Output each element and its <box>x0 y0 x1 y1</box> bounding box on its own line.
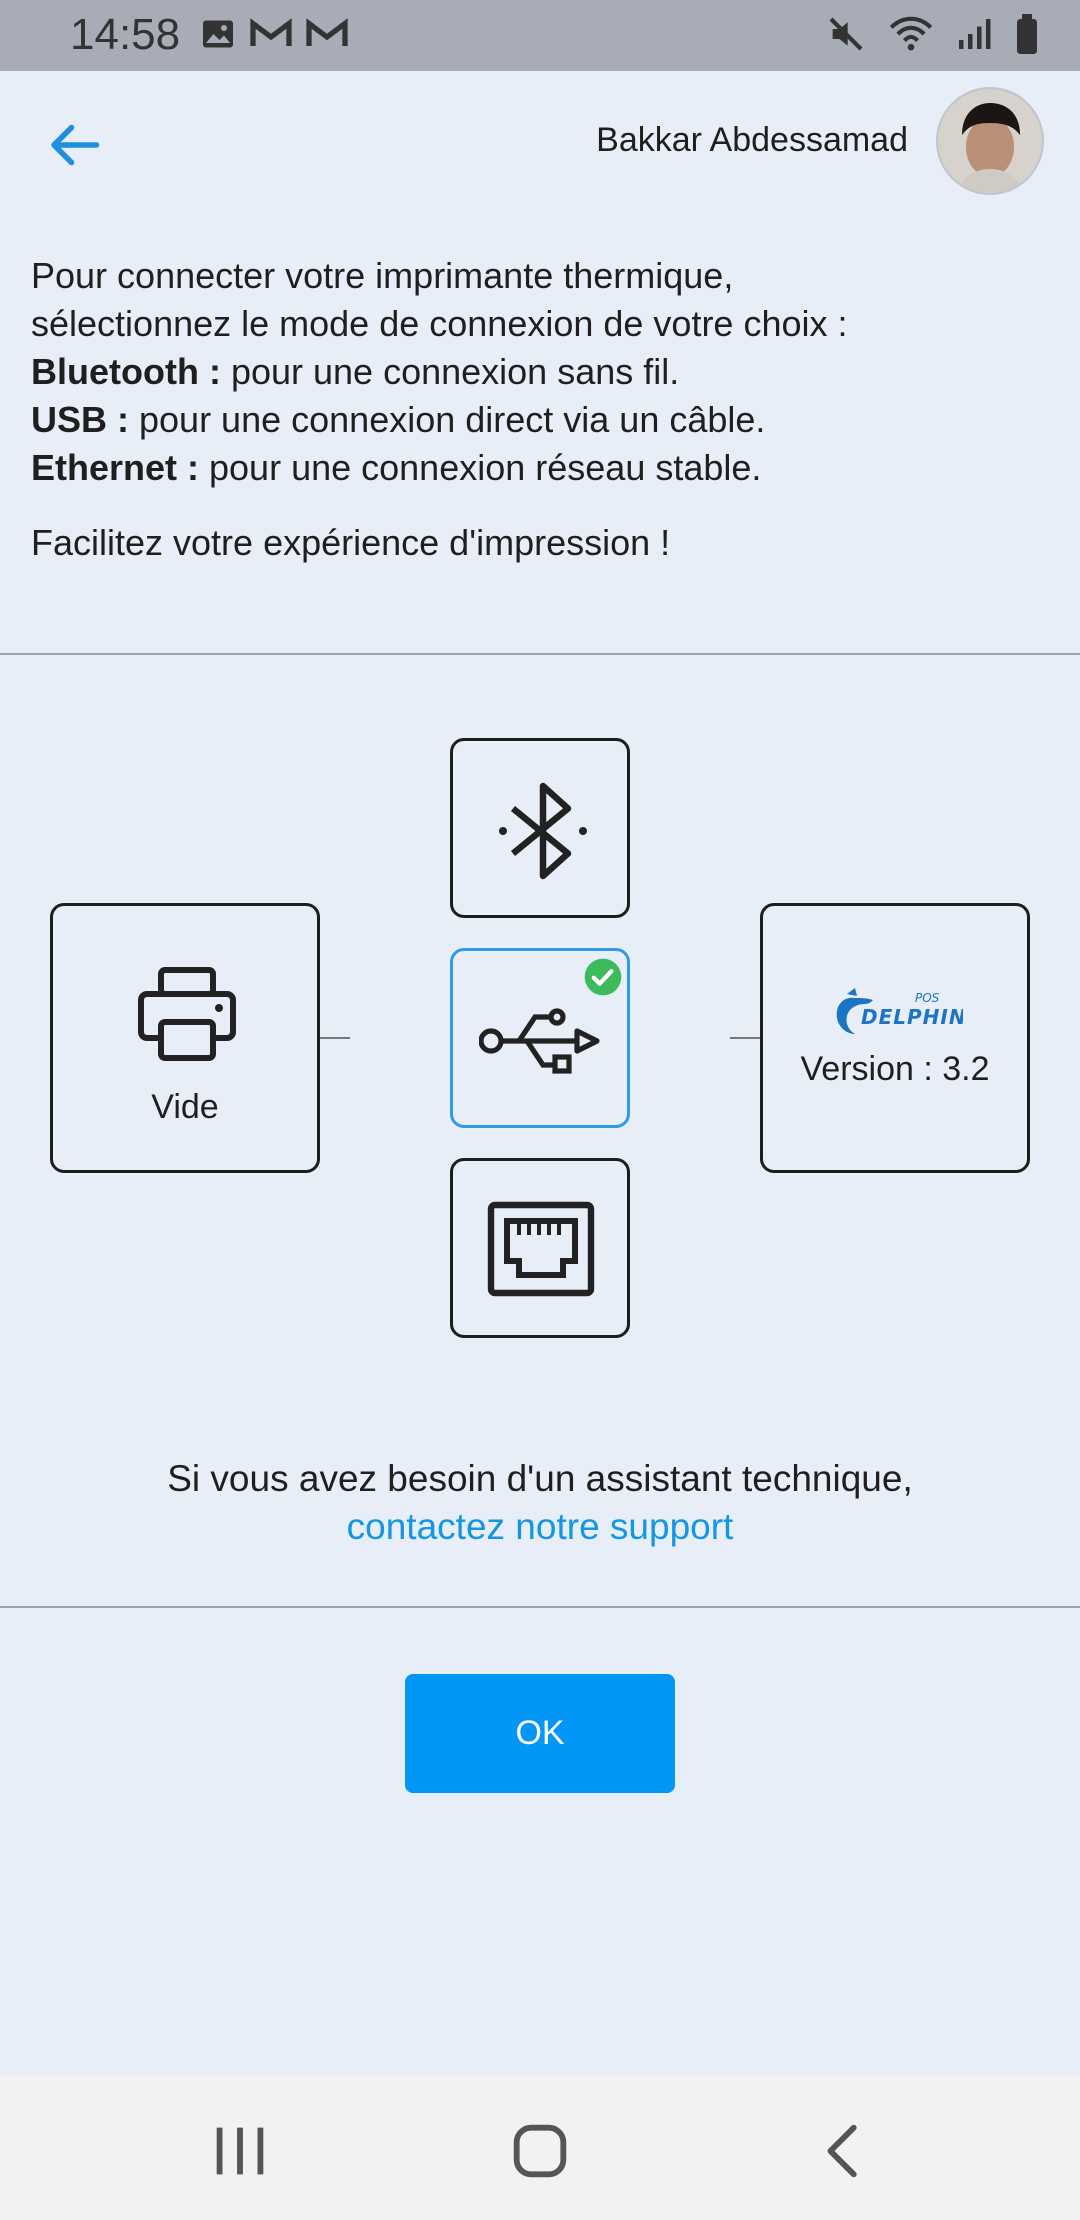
user-name: Bakkar Abdessamad <box>596 121 908 159</box>
intro-usb-line: USB : pour une connexion direct via un c… <box>31 396 1051 444</box>
printer-card[interactable]: Vide <box>50 903 320 1173</box>
connector-right <box>730 1037 760 1039</box>
chevron-left-icon <box>827 2124 857 2178</box>
ethernet-icon <box>487 1201 595 1297</box>
system-nav-bar <box>0 2076 1080 2220</box>
status-time: 14:58 <box>70 10 181 59</box>
tagline: Facilitez votre expérience d'impression … <box>31 522 671 563</box>
ethernet-option[interactable] <box>450 1158 630 1338</box>
usb-option[interactable] <box>450 948 630 1128</box>
image-icon <box>203 20 233 48</box>
recent-apps-button[interactable] <box>205 2116 275 2186</box>
avatar[interactable] <box>936 87 1044 195</box>
version-label: Version : 3.2 <box>800 1050 990 1088</box>
app-header: Bakkar Abdessamad <box>0 71 1080 221</box>
home-icon <box>513 2124 567 2178</box>
printer-status-label: Vide <box>151 1088 219 1126</box>
system-icons <box>826 14 1040 54</box>
status-bar: 14:58 <box>0 0 1080 71</box>
wifi-icon <box>889 16 933 51</box>
app-version-card: POS DELPHIN Version : 3.2 <box>760 903 1030 1173</box>
intro-ethernet-line: Ethernet : pour une connexion réseau sta… <box>31 444 1051 492</box>
logo-big-text: DELPHIN <box>861 1005 963 1029</box>
usb-label: USB : <box>31 399 129 440</box>
signal-icon <box>959 19 991 49</box>
divider-bottom <box>0 1606 1080 1608</box>
user-photo <box>938 89 1042 193</box>
home-button[interactable] <box>505 2116 575 2186</box>
divider-top <box>0 653 1080 655</box>
usb-desc: pour une connexion direct via un câble. <box>129 399 766 440</box>
delphin-logo: POS DELPHIN <box>836 988 963 1034</box>
battery-icon <box>1017 14 1037 54</box>
nav-back-button[interactable] <box>810 2116 880 2186</box>
notification-icons <box>200 16 348 52</box>
check-badge-icon <box>584 958 622 996</box>
recent-apps-icon <box>216 2127 264 2175</box>
ok-button[interactable]: OK <box>405 1674 675 1793</box>
back-button[interactable] <box>44 115 104 175</box>
support-link[interactable]: contactez notre support <box>0 1506 1080 1548</box>
help-text: Si vous avez besoin d'un assistant techn… <box>167 1458 913 1499</box>
ethernet-label: Ethernet : <box>31 447 200 488</box>
bluetooth-icon <box>499 782 587 880</box>
bluetooth-label: Bluetooth : <box>31 351 221 392</box>
intro-text: Pour connecter votre imprimante thermiqu… <box>31 252 1051 492</box>
bluetooth-desc: pour une connexion sans fil. <box>220 351 680 392</box>
intro-line-1: Pour connecter votre imprimante thermiqu… <box>31 255 734 296</box>
ethernet-desc: pour une connexion réseau stable. <box>199 447 762 488</box>
gmail-icon <box>250 18 292 46</box>
printer-icon <box>138 967 236 1061</box>
arrow-left-icon <box>51 124 100 166</box>
connector-left <box>320 1037 350 1039</box>
mute-icon <box>829 17 863 51</box>
logo-small-text: POS <box>915 991 940 1005</box>
intro-bluetooth-line: Bluetooth : pour une connexion sans fil. <box>31 348 1051 396</box>
intro-line-2: sélectionnez le mode de connexion de vot… <box>31 303 848 344</box>
usb-icon <box>479 1008 600 1074</box>
gmail-icon-2 <box>306 18 348 46</box>
bluetooth-option[interactable] <box>450 738 630 918</box>
